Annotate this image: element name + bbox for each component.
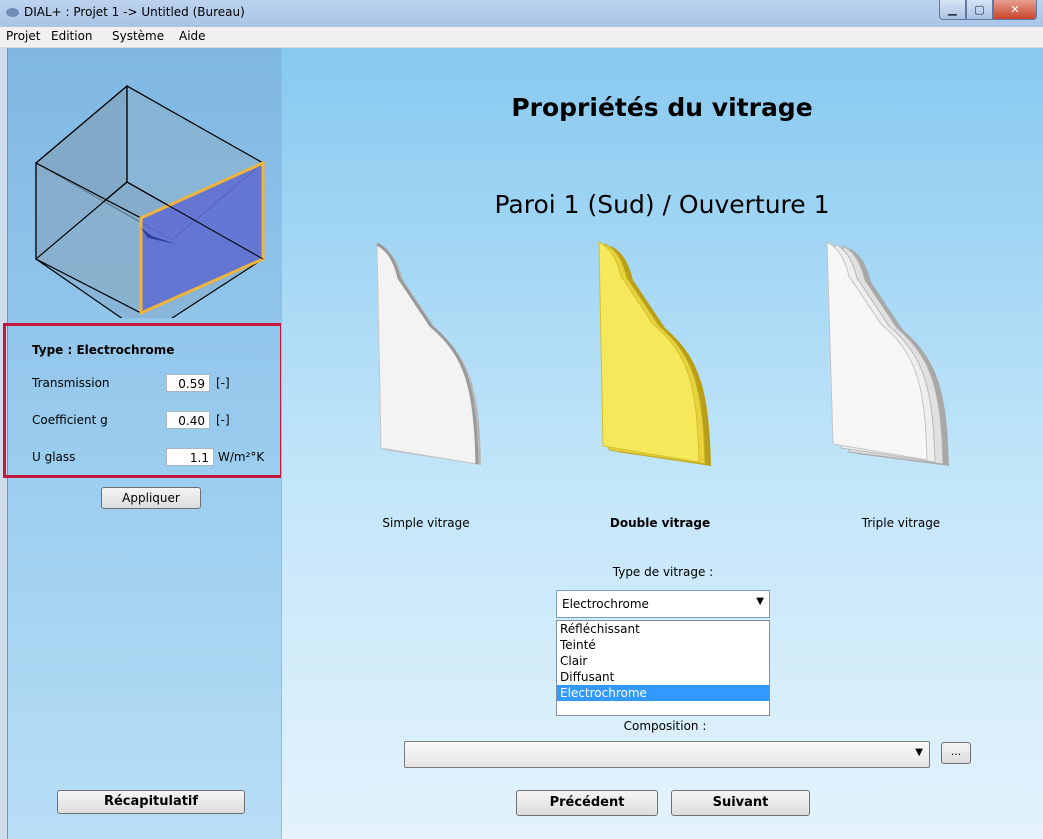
title-bar: DIAL+ : Projet 1 -> Untitled (Bureau) ▁ …	[0, 0, 1043, 28]
menu-edition[interactable]: Edition	[51, 29, 93, 43]
window-title: DIAL+ : Projet 1 -> Untitled (Bureau)	[24, 5, 245, 19]
section-subtitle: Paroi 1 (Sud) / Ouverture 1	[494, 190, 830, 219]
coefficient-g-input[interactable]: 0.40	[166, 411, 210, 429]
transmission-input[interactable]: 0.59	[166, 374, 210, 392]
dropdown-option-teinte[interactable]: Teinté	[557, 637, 769, 653]
glazing-type-select-label: Type de vitrage :	[612, 565, 714, 579]
menu-bar: Projet Edition Système Aide	[0, 27, 1043, 48]
window-controls: ▁ ▢ ✕	[939, 0, 1037, 20]
browse-composition-button[interactable]: ...	[941, 742, 971, 764]
triple-glazing-image[interactable]	[825, 240, 975, 470]
menu-projet[interactable]: Projet	[6, 29, 40, 43]
simple-glazing-image[interactable]	[375, 240, 505, 470]
minimize-button[interactable]: ▁	[939, 0, 966, 20]
apply-button[interactable]: Appliquer	[101, 487, 201, 509]
coefficient-g-unit: [-]	[216, 413, 230, 427]
dropdown-option-clair[interactable]: Clair	[557, 653, 769, 669]
menu-systeme[interactable]: Système	[112, 29, 164, 43]
chevron-down-icon: ▼	[915, 747, 923, 758]
next-button[interactable]: Suivant	[671, 790, 810, 816]
chevron-down-icon: ▼	[756, 596, 764, 607]
menu-aide[interactable]: Aide	[179, 29, 206, 43]
app-icon	[6, 8, 19, 17]
dropdown-option-electrochrome[interactable]: Electrochrome	[557, 685, 769, 701]
maximize-button[interactable]: ▢	[966, 0, 993, 20]
glazing-type-selected-value: Electrochrome	[562, 597, 649, 611]
glazing-type-label: Type : Electrochrome	[32, 343, 175, 357]
triple-glazing-label[interactable]: Triple vitrage	[836, 516, 966, 530]
composition-select[interactable]: ▼	[404, 741, 930, 768]
glazing-type-select[interactable]: Electrochrome ▼	[556, 590, 770, 618]
previous-button[interactable]: Précédent	[516, 790, 658, 816]
summary-button[interactable]: Récapitulatif	[57, 790, 245, 814]
transmission-unit: [-]	[216, 376, 230, 390]
coefficient-g-label: Coefficient g	[32, 413, 108, 427]
glazing-type-dropdown-list: Réfléchissant Teinté Clair Diffusant Ele…	[556, 620, 770, 716]
room-3d-view	[34, 84, 265, 318]
u-glass-label: U glass	[32, 450, 76, 464]
transmission-label: Transmission	[32, 376, 110, 390]
u-glass-input[interactable]: 1.1	[166, 448, 214, 466]
simple-glazing-label[interactable]: Simple vitrage	[361, 516, 491, 530]
close-button[interactable]: ✕	[993, 0, 1037, 20]
u-glass-unit: W/m²°K	[218, 450, 265, 464]
page-title: Propriétés du vitrage	[511, 93, 813, 122]
composition-label: Composition :	[623, 719, 707, 733]
double-glazing-image[interactable]	[595, 240, 735, 470]
dropdown-option-diffusant[interactable]: Diffusant	[557, 669, 769, 685]
double-glazing-label[interactable]: Double vitrage	[595, 516, 725, 530]
dropdown-option-reflechissant[interactable]: Réfléchissant	[557, 621, 769, 637]
